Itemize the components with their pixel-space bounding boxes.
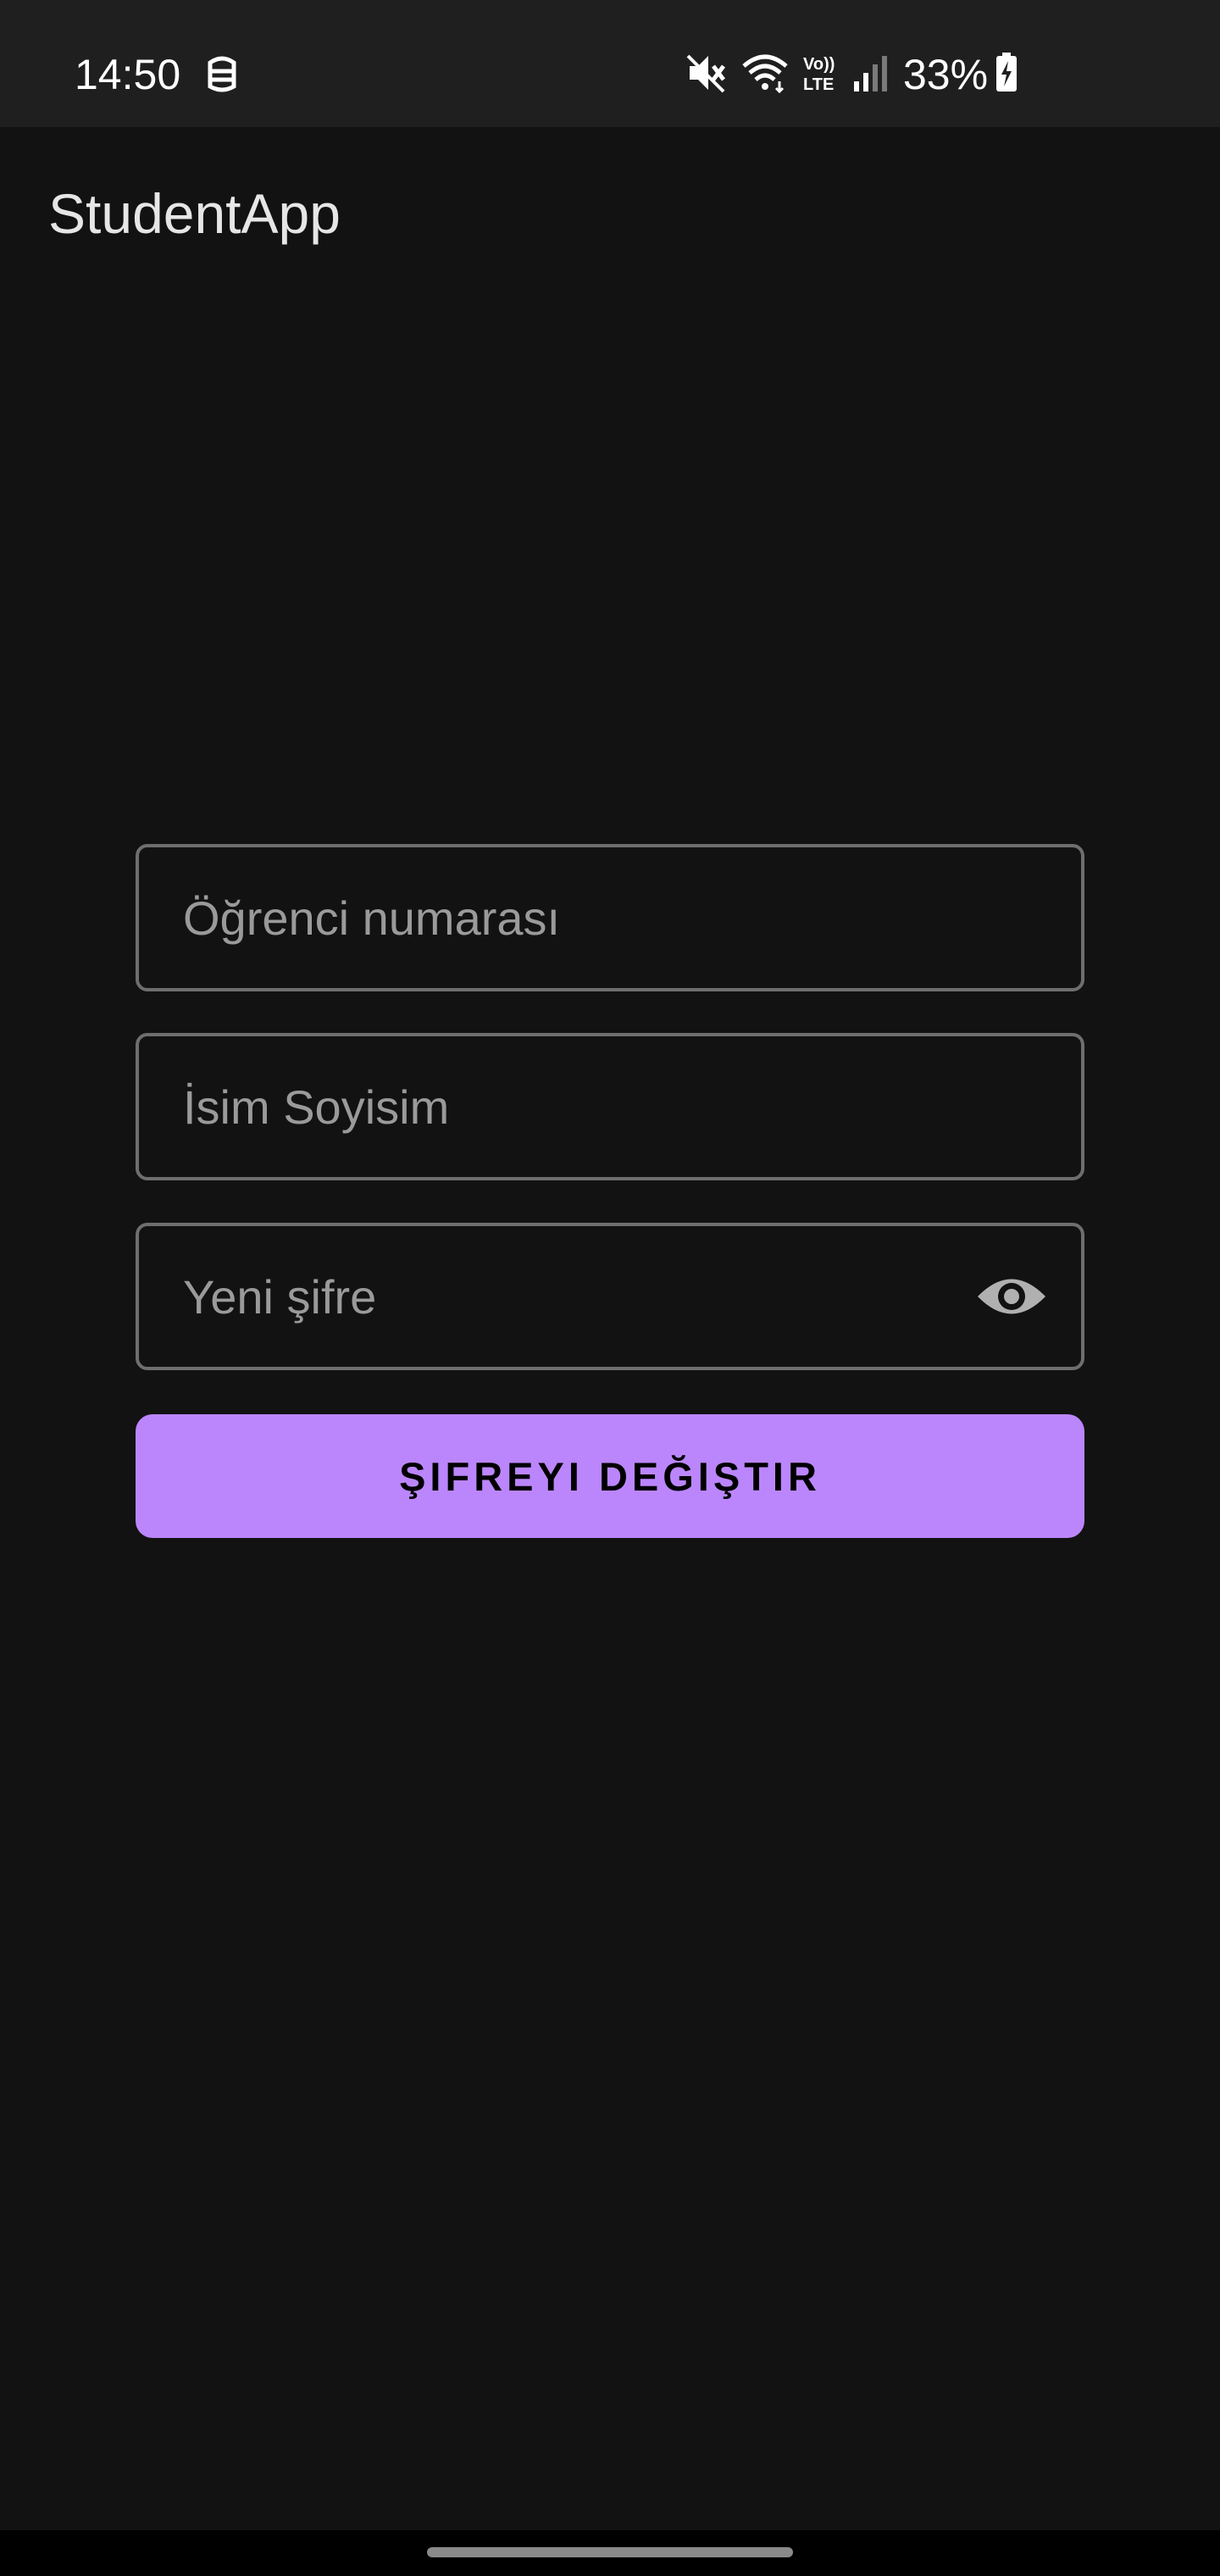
- svg-text:Vo)): Vo)): [803, 55, 835, 74]
- student-number-input[interactable]: [183, 847, 946, 988]
- mute-icon: [686, 53, 727, 100]
- wifi-icon: [740, 53, 790, 100]
- student-number-field[interactable]: [136, 844, 1084, 991]
- svg-text:LTE: LTE: [803, 75, 834, 94]
- battery-percent: 33%: [903, 51, 989, 98]
- full-name-input[interactable]: [183, 1036, 946, 1177]
- notification-mask-icon: [207, 53, 237, 100]
- volte-icon: Vo)) LTE: [801, 53, 840, 100]
- app-screen: 14:50 Vo)) LTE 33% StudentApp Öğrenci nu…: [0, 0, 1220, 2576]
- app-title: StudentApp: [48, 182, 341, 245]
- status-bar: 14:50 Vo)) LTE 33%: [0, 0, 1220, 127]
- signal-icon: [852, 53, 890, 100]
- new-password-field[interactable]: [136, 1223, 1084, 1370]
- full-name-field[interactable]: [136, 1033, 1084, 1180]
- home-indicator[interactable]: [427, 2547, 793, 2557]
- change-password-button[interactable]: ŞIFREYI DEĞIŞTIR: [136, 1414, 1084, 1538]
- battery-charging-icon: [995, 53, 1018, 100]
- eye-icon[interactable]: [976, 1270, 1047, 1323]
- new-password-input[interactable]: [183, 1226, 946, 1367]
- status-time: 14:50: [75, 51, 181, 98]
